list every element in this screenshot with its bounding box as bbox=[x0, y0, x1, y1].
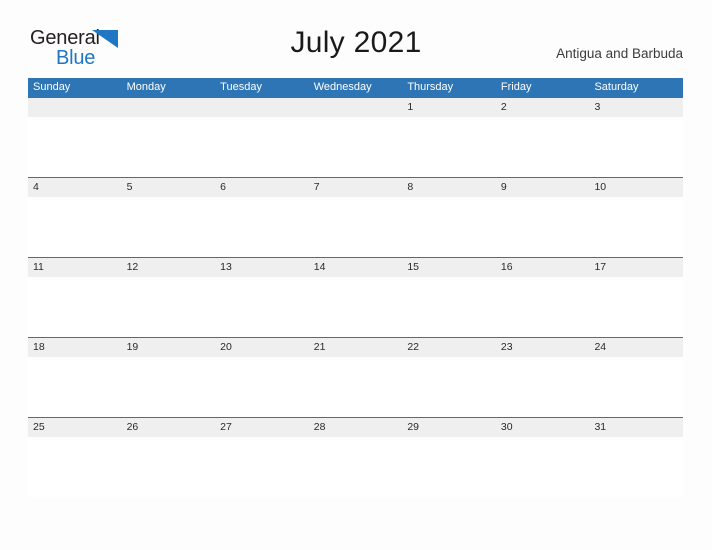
week-date-band: 18 19 20 21 22 23 24 bbox=[28, 338, 683, 357]
week-note-area[interactable] bbox=[28, 117, 683, 177]
day-cell[interactable]: 29 bbox=[402, 418, 496, 437]
weekday-wednesday: Wednesday bbox=[313, 81, 372, 93]
day-cell[interactable]: 19 bbox=[122, 338, 216, 357]
calendar-weekday-header: Sunday Monday Tuesday Wednesday Thursday… bbox=[28, 78, 683, 97]
day-cell[interactable]: 1 bbox=[402, 98, 496, 117]
day-cell[interactable]: 8 bbox=[402, 178, 496, 197]
week-date-band: 25 26 27 28 29 30 31 bbox=[28, 418, 683, 437]
day-cell[interactable]: 17 bbox=[589, 258, 683, 277]
day-cell[interactable]: 6 bbox=[215, 178, 309, 197]
day-cell[interactable]: 27 bbox=[215, 418, 309, 437]
week-note-area[interactable] bbox=[28, 437, 683, 497]
weekday-thursday: Thursday bbox=[407, 81, 454, 93]
week-date-band: 11 12 13 14 15 16 17 bbox=[28, 258, 683, 277]
weekday-tuesday: Tuesday bbox=[220, 81, 262, 93]
calendar-table: Sunday Monday Tuesday Wednesday Thursday… bbox=[28, 78, 683, 497]
day-cell[interactable]: 31 bbox=[589, 418, 683, 437]
day-cell[interactable]: 12 bbox=[122, 258, 216, 277]
day-cell[interactable]: 20 bbox=[215, 338, 309, 357]
day-cell[interactable] bbox=[122, 98, 216, 117]
day-cell[interactable]: 21 bbox=[309, 338, 403, 357]
day-cell[interactable]: 3 bbox=[589, 98, 683, 117]
day-cell[interactable]: 15 bbox=[402, 258, 496, 277]
weekday-saturday: Saturday bbox=[594, 81, 639, 93]
day-cell[interactable]: 30 bbox=[496, 418, 590, 437]
week-note-area[interactable] bbox=[28, 197, 683, 257]
day-cell[interactable]: 23 bbox=[496, 338, 590, 357]
page-header: General Blue July 2021 Antigua and Barbu… bbox=[0, 0, 712, 78]
calendar-week-row: 18 19 20 21 22 23 24 bbox=[28, 337, 683, 417]
day-cell[interactable]: 2 bbox=[496, 98, 590, 117]
calendar-week-row: 1 2 3 bbox=[28, 97, 683, 177]
day-cell[interactable] bbox=[309, 98, 403, 117]
day-cell[interactable]: 28 bbox=[309, 418, 403, 437]
weekday-monday: Monday bbox=[126, 81, 166, 93]
day-cell[interactable]: 25 bbox=[28, 418, 122, 437]
weekday-sunday: Sunday bbox=[33, 81, 71, 93]
day-cell[interactable]: 9 bbox=[496, 178, 590, 197]
day-cell[interactable]: 4 bbox=[28, 178, 122, 197]
calendar-week-row: 11 12 13 14 15 16 17 bbox=[28, 257, 683, 337]
day-cell[interactable]: 22 bbox=[402, 338, 496, 357]
day-cell[interactable]: 10 bbox=[589, 178, 683, 197]
day-cell[interactable] bbox=[28, 98, 122, 117]
week-note-area[interactable] bbox=[28, 357, 683, 417]
week-date-band: 4 5 6 7 8 9 10 bbox=[28, 178, 683, 197]
weekday-friday: Friday bbox=[500, 81, 532, 93]
day-cell[interactable]: 16 bbox=[496, 258, 590, 277]
week-note-area[interactable] bbox=[28, 277, 683, 337]
day-cell[interactable]: 7 bbox=[309, 178, 403, 197]
calendar-week-row: 25 26 27 28 29 30 31 bbox=[28, 417, 683, 497]
country-label: Antigua and Barbuda bbox=[556, 46, 683, 61]
day-cell[interactable]: 14 bbox=[309, 258, 403, 277]
day-cell[interactable]: 26 bbox=[122, 418, 216, 437]
day-cell[interactable]: 11 bbox=[28, 258, 122, 277]
week-date-band: 1 2 3 bbox=[28, 98, 683, 117]
day-cell[interactable]: 5 bbox=[122, 178, 216, 197]
day-cell[interactable] bbox=[215, 98, 309, 117]
day-cell[interactable]: 18 bbox=[28, 338, 122, 357]
day-cell[interactable]: 24 bbox=[589, 338, 683, 357]
day-cell[interactable]: 13 bbox=[215, 258, 309, 277]
calendar-week-row: 4 5 6 7 8 9 10 bbox=[28, 177, 683, 257]
